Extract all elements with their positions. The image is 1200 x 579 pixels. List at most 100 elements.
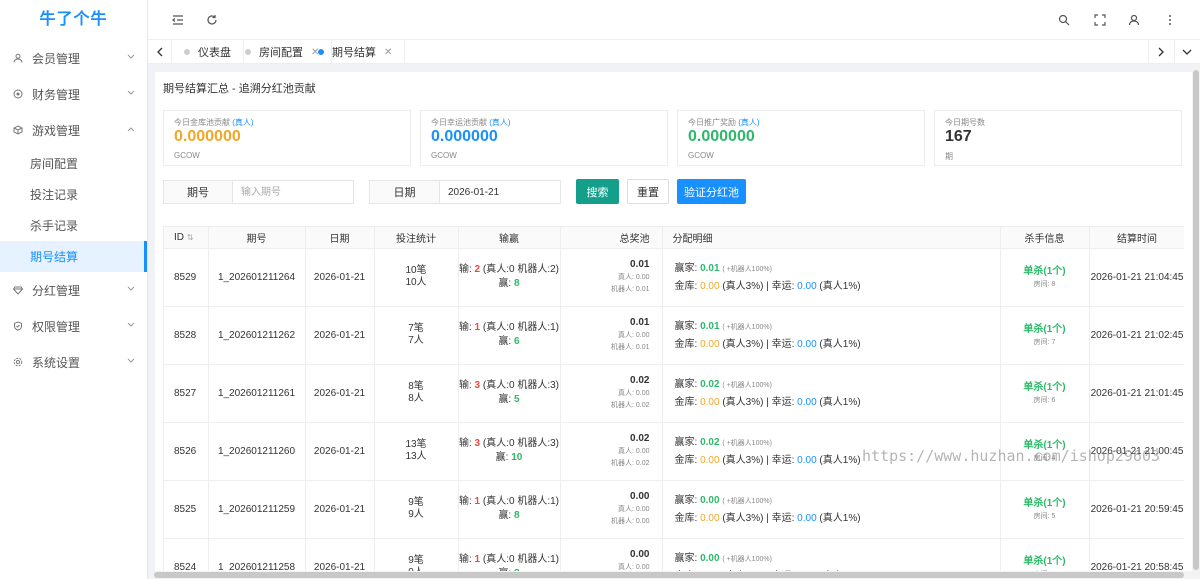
verify-pool-button[interactable]: 验证分红池 — [677, 179, 746, 204]
table-row[interactable]: 8528 1_202601211262 2026-01-21 7笔 7人 输: 1 (真人… — [164, 306, 1184, 365]
sort-icon[interactable]: ⇅ — [187, 233, 194, 242]
sidebar-item-coin[interactable]: 财务管理 — [0, 76, 147, 112]
stat-unit: GCOW — [688, 151, 714, 160]
date-input[interactable] — [440, 181, 560, 203]
sidebar-item-diamond[interactable]: 分红管理 — [0, 272, 147, 308]
chevron-down-icon — [127, 356, 135, 366]
cell-distribution: 赢家: 0.01 ( +机器人100%) 金库: 0.00 (真人3%) | 幸运… — [662, 248, 1001, 307]
table-row[interactable]: 8527 1_202601211261 2026-01-21 8笔 8人 输: 3 (真人… — [164, 364, 1184, 423]
column-header: 杀手信息 — [1000, 227, 1090, 249]
horizontal-scrollbar[interactable] — [148, 571, 1192, 579]
chevron-up-icon — [127, 124, 135, 134]
sidebar-subitem[interactable]: 杀手记录 — [0, 210, 147, 241]
app-logo: 牛了个牛 — [39, 11, 108, 28]
cell-win-lose: 输: 1 (真人:0 机器人:1)赢: 8 — [458, 480, 561, 539]
stat-label: 今日推广奖励 (真人) — [688, 118, 760, 127]
table-row[interactable]: 8529 1_202601211264 2026-01-21 10笔 10人 输: 2 (… — [164, 248, 1184, 307]
column-header: 投注统计 — [374, 227, 459, 249]
cell-date: 2026-01-21 — [305, 364, 375, 423]
tab-item[interactable]: 期号结算 ✕ — [306, 40, 406, 64]
sidebar-item-user[interactable]: 会员管理 — [0, 40, 147, 76]
top-header — [148, 0, 1200, 40]
sidebar-subitem[interactable]: 投注记录 — [0, 179, 147, 210]
period-filter: 期号 — [163, 180, 354, 204]
tab-scroll-right-icon[interactable] — [1148, 40, 1172, 64]
cell-settle-time: 2026-01-21 21:00:45 — [1089, 422, 1184, 481]
stat-value: 0.000000 — [174, 128, 241, 145]
gear-icon — [12, 356, 24, 368]
cell-settle-time: 2026-01-21 20:59:45 — [1089, 480, 1184, 539]
tab-bar: 仪表盘 房间配置 ✕ 期号结算 ✕ — [148, 40, 1200, 64]
refresh-icon[interactable] — [204, 12, 220, 28]
column-header: 输赢 — [458, 227, 561, 249]
stat-label: 今日金库池贡献 (真人) — [174, 118, 254, 127]
chevron-down-icon — [127, 52, 135, 62]
sidebar-menu: 会员管理财务管理游戏管理房间配置 投注记录 杀手记录 期号结算分红管理权限管理 系统设置 — [0, 40, 147, 380]
tab-scroll-left-icon[interactable] — [148, 40, 172, 64]
sidebar-item-label: 分红管理 — [32, 283, 81, 298]
more-vertical-icon[interactable] — [1162, 12, 1178, 28]
sidebar-subitem[interactable]: 期号结算 — [0, 241, 147, 272]
cell-period: 1_202601211262 — [208, 306, 306, 365]
stat-value: 0.000000 — [431, 128, 498, 145]
cell-win-lose: 输: 3 (真人:0 机器人:3) 赢: 10 — [458, 422, 561, 481]
sidebar-item-label: 财务管理 — [32, 87, 81, 102]
cell-id: 8526 — [164, 422, 209, 481]
cell-period: 1_202601211259 — [208, 480, 306, 539]
cell-period: 1_202601211261 — [208, 364, 306, 423]
cell-id: 8527 — [164, 364, 209, 423]
table-header-row: ID ⇅ 期号 日期 投注统计 输赢 总奖池 分配明细 杀手信息 结算时间 — [164, 227, 1184, 249]
cell-distribution: 赢家: 0.02 ( +机器人100%) 金库: 0.00 (真人3%) | 幸运… — [662, 422, 1001, 481]
search-icon[interactable] — [1056, 12, 1072, 28]
cell-win-lose: 输: 1 (真人:0 机器人:1) 赢: 6 — [458, 306, 561, 365]
period-input[interactable] — [233, 181, 353, 203]
table-row[interactable]: 8525 1_202601211259 2026-01-21 9笔 9人 输: 1 (真人… — [164, 480, 1184, 539]
cell-prize-pool: 0.01 真人: 0.00 机器人: 0.01 — [560, 306, 663, 365]
cell-killer-info: 单杀(1个) 房间: 5 — [1000, 480, 1090, 539]
cell-bet-stats: 10笔 10人 — [374, 248, 459, 307]
cell-prize-pool: 0.02 真人: 0.00 机器人: 0.02 — [560, 422, 663, 481]
sidebar-item-cube[interactable]: 游戏管理 — [0, 112, 147, 148]
tab-options-dropdown-icon[interactable] — [1174, 40, 1198, 64]
tab-label: 房间配置 — [259, 47, 303, 59]
shield-icon — [12, 320, 24, 332]
user-profile-icon[interactable] — [1126, 12, 1142, 28]
page-title: 期号结算汇总 - 追溯分红池贡献 — [163, 83, 316, 95]
cell-settle-time: 2026-01-21 21:04:45 — [1089, 248, 1184, 307]
chevron-down-icon — [127, 320, 135, 330]
cell-killer-info: 单杀(1个) 房间: 8 — [1000, 248, 1090, 307]
column-header: 期号 — [208, 227, 306, 249]
main-content: 期号结算汇总 - 追溯分红池贡献 今日金库池贡献 (真人) 0.000000 GCO… — [155, 72, 1192, 579]
app-root: 牛了个牛 会员管理 财务管理 游戏管理 房间配置 投注记录 杀手记录 期号结算 分红管理 权限管… — [0, 0, 1200, 579]
date-filter-label: 日期 — [370, 181, 440, 203]
cell-win-lose: 输: 2 (真人:0 机器人:2) 赢: 8 — [458, 248, 561, 307]
vertical-scrollbar[interactable] — [1192, 64, 1200, 579]
menu-fold-icon[interactable] — [170, 12, 186, 28]
search-button[interactable]: 搜索 — [576, 179, 619, 204]
sidebar-item-label: 游戏管理 — [32, 123, 81, 138]
stat-card: 今日推广奖励 (真人) 0.000000 GCOW — [677, 110, 925, 166]
cell-period: 1_202601211264 — [208, 248, 306, 307]
tab-label: 期号结算 — [332, 47, 376, 59]
cell-date: 2026-01-21 — [305, 422, 375, 481]
cell-date: 2026-01-21 — [305, 480, 375, 539]
sidebar-subitem[interactable]: 房间配置 — [0, 148, 147, 179]
settlement-table: ID ⇅ 期号 日期 投注统计 输赢 总奖池 分配明细 杀手信息 结算时间 8529 1_2026… — [164, 227, 1184, 579]
close-icon[interactable]: ✕ — [384, 47, 392, 58]
stat-card: 今日期号数 167 期 — [934, 110, 1182, 166]
cell-id: 8528 — [164, 306, 209, 365]
reset-button[interactable]: 重置 — [627, 179, 669, 204]
table-row[interactable]: 8526 1_202601211260 2026-01-21 13笔 13人 输: 3 (… — [164, 422, 1184, 481]
tab-status-dot — [318, 49, 324, 55]
sidebar-item-shield[interactable]: 权限管理 — [0, 308, 147, 344]
cell-settle-time: 2026-01-21 21:02:45 — [1089, 306, 1184, 365]
sidebar-item-gear[interactable]: 系统设置 — [0, 344, 147, 380]
chevron-down-icon — [127, 284, 135, 294]
fullscreen-icon[interactable] — [1092, 12, 1108, 28]
coin-icon — [12, 88, 24, 100]
stat-unit: 期 — [945, 152, 953, 161]
cell-distribution: 赢家: 0.00 ( +机器人100%)金库: 0.00 (真人3%) | 幸运… — [662, 480, 1001, 539]
tab-status-dot — [184, 49, 190, 55]
stat-unit: GCOW — [174, 151, 200, 160]
column-header[interactable]: ID ⇅ — [164, 227, 209, 249]
